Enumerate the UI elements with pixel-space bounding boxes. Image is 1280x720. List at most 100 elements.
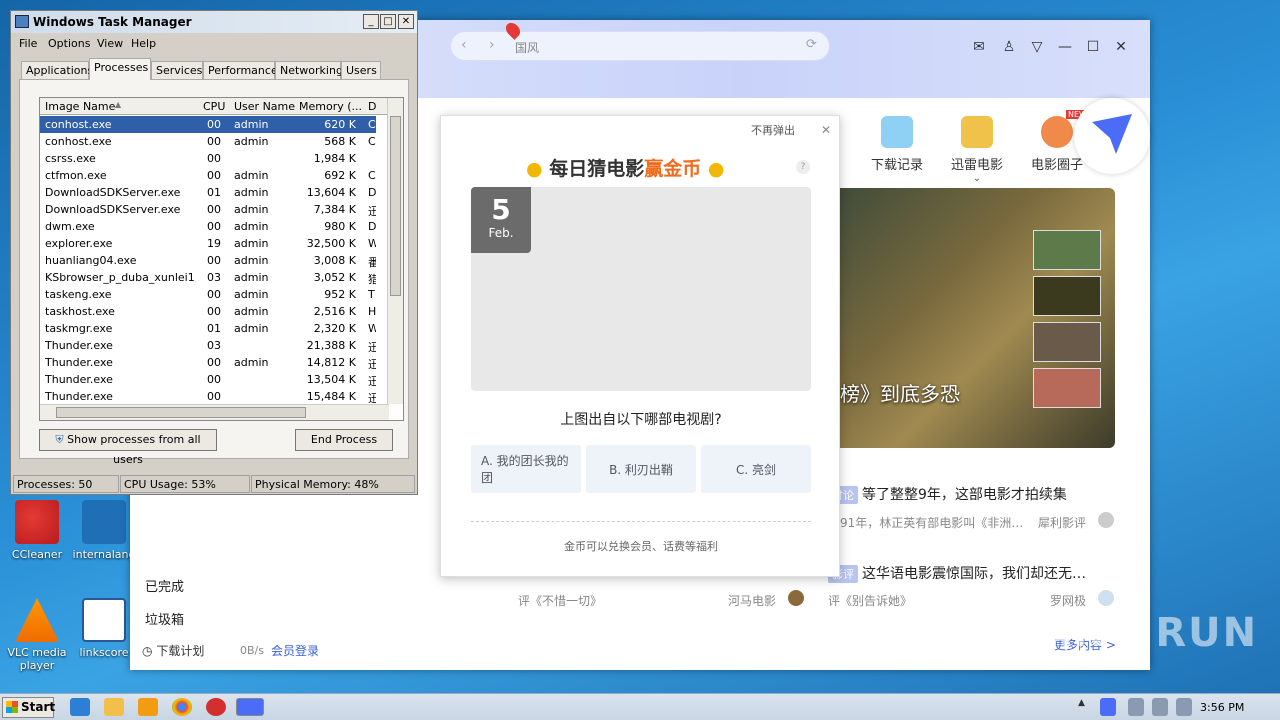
tile-thunder-movies[interactable]: 迅雷电影 ⌄ xyxy=(942,116,1012,184)
table-row[interactable]: Thunder.exe 03 21,388 K 迅 xyxy=(40,337,376,354)
table-row[interactable]: taskeng.exe 00 admin 952 K T xyxy=(40,286,376,303)
column-image-name[interactable]: Image Name xyxy=(45,100,115,113)
start-button[interactable]: Start xyxy=(2,697,55,718)
title-bar[interactable]: Windows Task Manager _ □ ✕ xyxy=(11,11,417,33)
banner-thumbnail[interactable] xyxy=(1033,276,1101,316)
news-item[interactable]: 讨论 等了整整9年，这部电影才拍续集 xyxy=(828,484,1067,504)
desktop-icon-internalang[interactable]: internalang xyxy=(72,500,136,561)
table-row[interactable]: dwm.exe 00 admin 980 K D xyxy=(40,218,376,235)
movie-banner[interactable]: 神榜》到底多恐 xyxy=(820,188,1115,448)
table-row[interactable]: csrss.exe 00 1,984 K xyxy=(40,150,376,167)
maximize-button[interactable]: □ xyxy=(380,14,396,29)
option-b-button[interactable]: B. 利刃出鞘 xyxy=(586,445,696,493)
tab-applications[interactable]: Applications xyxy=(21,61,93,79)
sidebar-item-trash[interactable]: 垃圾箱 xyxy=(145,609,184,628)
tab-users[interactable]: Users xyxy=(341,61,381,79)
menu-options[interactable]: Options xyxy=(48,37,90,50)
table-row[interactable]: DownloadSDKServer.exe 01 admin 13,604 K D xyxy=(40,184,376,201)
tab-networking[interactable]: Networking xyxy=(275,61,343,79)
table-row[interactable]: conhost.exe 00 admin 620 K C xyxy=(40,116,376,133)
shirt-icon[interactable]: ♙ xyxy=(1000,38,1018,56)
scroll-thumb[interactable] xyxy=(56,407,306,418)
menu-file[interactable]: File xyxy=(19,37,37,50)
table-cell: 00 xyxy=(207,152,221,165)
column-description[interactable]: D xyxy=(368,100,376,113)
maximize-button[interactable]: ☐ xyxy=(1084,38,1102,56)
opera-icon[interactable] xyxy=(206,698,226,716)
back-icon[interactable]: ‹ xyxy=(461,37,467,53)
clock[interactable]: 3:56 PM xyxy=(1200,701,1244,714)
scroll-thumb[interactable] xyxy=(390,116,401,296)
table-cell: W xyxy=(368,237,376,250)
column-cpu[interactable]: CPU xyxy=(203,100,225,113)
flag-icon[interactable] xyxy=(1176,698,1192,716)
table-row[interactable]: Thunder.exe 00 admin 14,812 K 迅 xyxy=(40,354,376,371)
internet-explorer-icon[interactable] xyxy=(70,698,90,716)
tab-performance[interactable]: Performance xyxy=(203,61,278,79)
menu-view[interactable]: View xyxy=(97,37,123,50)
tab-services[interactable]: Services xyxy=(151,61,203,79)
banner-thumbnail[interactable] xyxy=(1033,368,1101,408)
desktop-icon-ccleaner[interactable]: CCleaner xyxy=(5,500,69,561)
address-bar[interactable]: ‹ › ⟳ xyxy=(450,20,830,61)
folder-icon[interactable] xyxy=(104,698,124,716)
table-row[interactable]: conhost.exe 00 admin 568 K C xyxy=(40,133,376,150)
menu-help[interactable]: Help xyxy=(131,37,156,50)
help-icon[interactable]: ? xyxy=(796,160,810,174)
address-input[interactable] xyxy=(515,37,785,57)
minimize-button[interactable]: _ xyxy=(363,14,379,29)
refresh-icon[interactable]: ⟳ xyxy=(806,37,817,52)
table-row[interactable]: Thunder.exe 00 13,504 K 迅 xyxy=(40,371,376,388)
media-player-icon[interactable] xyxy=(138,698,158,716)
close-button[interactable]: ✕ xyxy=(1112,38,1130,56)
banner-thumbnail[interactable] xyxy=(1033,230,1101,270)
desktop-icon-vlc[interactable]: VLC media player xyxy=(5,598,69,672)
column-user-name[interactable]: User Name xyxy=(234,100,295,113)
volume-icon[interactable] xyxy=(1152,698,1168,716)
tile-download-history[interactable]: 下载记录 xyxy=(862,116,932,173)
table-row[interactable]: taskmgr.exe 01 admin 2,320 K W xyxy=(40,320,376,337)
download-plan-button[interactable]: ◷ 下载计划 xyxy=(142,642,204,659)
horizontal-scrollbar[interactable] xyxy=(40,404,389,420)
tray-expand-icon[interactable]: ▲ xyxy=(1078,698,1090,716)
chevron-down-icon[interactable]: ⌄ xyxy=(942,173,1012,184)
minimize-button[interactable]: — xyxy=(1056,38,1074,56)
table-row[interactable]: explorer.exe 19 admin 32,500 K W xyxy=(40,235,376,252)
sidebar-item-done[interactable]: 已完成 xyxy=(145,576,184,595)
popup-footer: 金币可以兑换会员、话费等福利 xyxy=(564,540,718,553)
option-a-button[interactable]: A. 我的团长我的团 xyxy=(471,445,581,493)
chrome-icon[interactable] xyxy=(172,698,192,716)
no-popup-link[interactable]: 不再弹出 xyxy=(751,122,795,138)
tab-processes[interactable]: Processes xyxy=(89,58,151,80)
show-all-processes-button[interactable]: ⛨ Show processes from all users xyxy=(39,429,217,466)
close-icon[interactable]: ✕ xyxy=(821,123,831,137)
menu-icon[interactable]: ▽ xyxy=(1028,38,1046,56)
thunder-taskbar-icon[interactable] xyxy=(236,698,264,716)
desktop-icon-linkscore[interactable]: linkscore xyxy=(72,598,136,659)
table-row[interactable]: ctfmon.exe 00 admin 692 K C xyxy=(40,167,376,184)
vertical-scrollbar[interactable] xyxy=(387,98,403,404)
close-button[interactable]: ✕ xyxy=(398,14,414,29)
column-memory[interactable]: Memory (... xyxy=(299,100,362,113)
table-row[interactable]: KSbrowser_p_duba_xunlei1... 03 admin 3,052 … xyxy=(40,269,376,286)
banner-thumbnail[interactable] xyxy=(1033,322,1101,362)
banner-caption: 神榜》到底多恐 xyxy=(820,382,960,406)
table-row[interactable]: DownloadSDKServer.exe 00 admin 7,384 K 迅 xyxy=(40,201,376,218)
file-icon xyxy=(82,500,126,544)
forward-icon[interactable]: › xyxy=(489,37,495,53)
thunder-tray-icon[interactable] xyxy=(1100,698,1116,716)
process-list[interactable]: Image Name ▲ CPU User Name Memory (... D… xyxy=(39,97,404,421)
table-row[interactable]: Thunder.exe0015,484 K迅 xyxy=(40,388,376,405)
network-icon[interactable] xyxy=(1128,698,1144,716)
option-c-button[interactable]: C. 亮剑 xyxy=(701,445,811,493)
table-row[interactable]: huanliang04.exe 00 admin 3,008 K 番 xyxy=(40,252,376,269)
news-item[interactable]: 影评 这华语电影震惊国际，我们却还无… xyxy=(828,563,1086,583)
table-cell: 01 xyxy=(207,322,221,335)
member-login-link[interactable]: 会员登录 xyxy=(271,642,319,659)
table-cell: W xyxy=(368,322,376,335)
table-row[interactable]: taskhost.exe 00 admin 2,516 K H xyxy=(40,303,376,320)
table-cell: admin xyxy=(234,305,269,318)
mail-icon[interactable]: ✉ xyxy=(970,38,988,56)
end-process-button[interactable]: End Process xyxy=(295,429,393,451)
table-cell: Thunder.exe xyxy=(45,356,113,369)
